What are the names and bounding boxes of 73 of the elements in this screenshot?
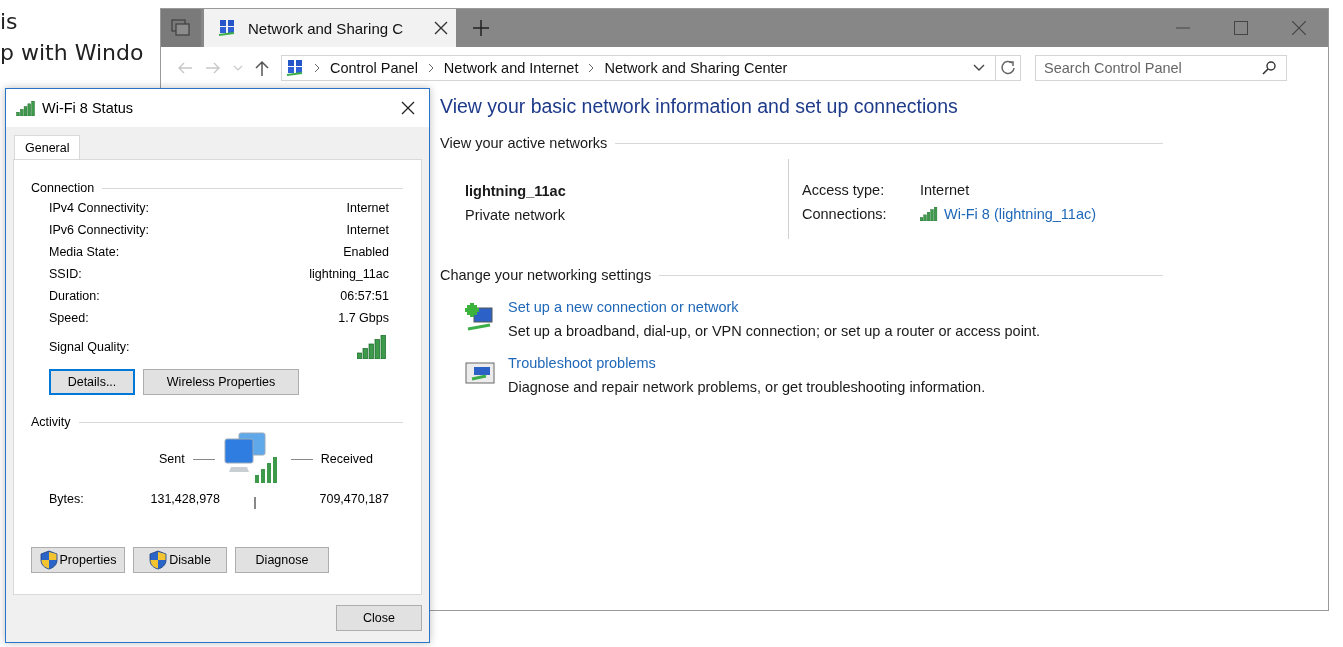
signal-icon [920, 207, 938, 221]
signal-icon [16, 100, 36, 116]
dialog-tab[interactable]: General [14, 135, 81, 160]
field-label: Access type: [802, 181, 886, 200]
tab-title: Network and Sharing C [248, 19, 405, 37]
search-icon [1262, 61, 1276, 75]
field-value: Internet [920, 181, 970, 200]
new-tab-icon[interactable] [472, 19, 490, 37]
field-label: Connections: [802, 205, 888, 224]
network-add-icon [464, 303, 496, 333]
field-value: lightning_11ac [309, 267, 389, 281]
task-description: Diagnose and repair network problems, or get troubleshooting information. [508, 379, 986, 395]
close-icon[interactable] [434, 21, 448, 35]
maximize-icon[interactable] [1234, 21, 1248, 35]
connection-link[interactable]: Wi-Fi 8 (lightning_11ac) [944, 202, 1097, 226]
field-label: SSID: [49, 267, 82, 281]
stacked-windows-icon [171, 19, 191, 37]
field-value: 06:57:51 [340, 289, 389, 303]
group-title: Connection [31, 181, 95, 195]
refresh-icon [1000, 60, 1016, 76]
task-link[interactable]: Set up a new connection or network [508, 299, 1040, 315]
section-title: Change your networking settings [440, 267, 652, 283]
chevron-right-icon [314, 63, 320, 73]
breadcrumb[interactable]: Network and Internet [443, 60, 579, 76]
network-icon [286, 59, 304, 77]
bytes-sent: 131,428,978 [149, 492, 220, 506]
field-label: Signal Quality: [49, 340, 130, 354]
network-name: lightning_11ac [465, 182, 567, 201]
search-field[interactable]: Search Control Panel [1035, 55, 1287, 81]
field-value: Enabled [343, 245, 389, 259]
dialog-button[interactable]: Diagnose [235, 547, 329, 573]
field-value: Internet [346, 201, 389, 215]
dialog-button[interactable]: Wireless Properties [143, 369, 299, 395]
field-value: 1.7 Gbps [338, 311, 389, 325]
field-label: IPv4 Connectivity: [49, 201, 150, 215]
network-type: Private network [465, 206, 566, 225]
forward-arrow-icon[interactable] [205, 61, 221, 75]
group-title: Activity [31, 415, 71, 429]
chevron-right-icon [588, 63, 595, 73]
dialog-button[interactable]: Properties [31, 547, 125, 573]
dialog-title: Wi-Fi 8 Status [42, 100, 134, 116]
window-tab[interactable]: Network and Sharing C [204, 9, 456, 47]
close-button[interactable]: Close [336, 605, 422, 631]
section-title: View your active networks [440, 135, 608, 151]
chevron-right-icon [427, 63, 434, 73]
network-icon [218, 19, 236, 37]
signal-strength-icon [357, 335, 387, 359]
field-label: Bytes: [49, 492, 85, 506]
field-label: IPv6 Connectivity: [49, 223, 150, 237]
field-label: Media State: [49, 245, 120, 259]
document-text: p with Windo [0, 39, 144, 67]
dialog-button[interactable]: Details... [49, 369, 135, 395]
chevron-down-icon[interactable] [973, 64, 985, 72]
received-label: Received [320, 452, 373, 466]
field-label: Duration: [49, 289, 100, 303]
shield-icon [149, 550, 168, 570]
breadcrumb[interactable]: Network and Sharing Center [604, 60, 788, 76]
field-label: Speed: [49, 311, 89, 325]
up-arrow-icon[interactable] [255, 60, 269, 76]
page-heading: View your basic network information and set up connections [440, 95, 959, 118]
document-text: is [0, 8, 19, 36]
breadcrumb[interactable]: Control Panel [330, 60, 418, 76]
task-link[interactable]: Troubleshoot problems [508, 355, 986, 371]
dialog-button[interactable]: Disable [133, 547, 227, 573]
shield-icon [39, 550, 58, 570]
address-bar[interactable]: Control Panel Network and Internet Network and Sharing Center [281, 55, 1021, 81]
close-icon[interactable] [401, 101, 415, 115]
task-description: Set up a broadband, dial-up, or VPN connection; or set up a router or access point. [508, 323, 1040, 339]
field-value: Internet [346, 223, 389, 237]
sent-label: Sent [159, 452, 185, 466]
tab-overview-button[interactable] [161, 9, 201, 47]
back-arrow-icon[interactable] [177, 61, 193, 75]
bytes-received: 709,470,187 [318, 492, 390, 506]
